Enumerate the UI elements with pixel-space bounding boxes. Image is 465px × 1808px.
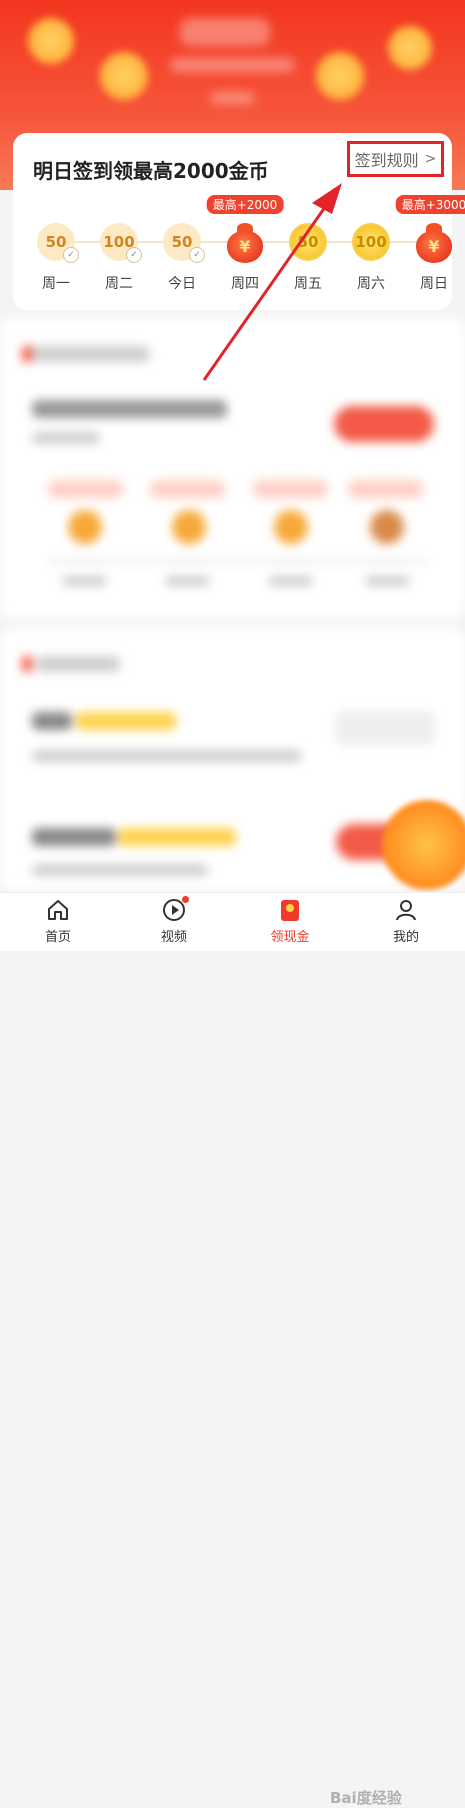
tab-label: 我的 — [392, 930, 419, 945]
play-icon — [161, 896, 189, 923]
watermark: Bai度经验 — [330, 1789, 402, 1807]
home-icon — [45, 897, 71, 923]
tab-label: 视频 — [160, 930, 187, 945]
annotation-arrow — [202, 183, 342, 381]
bottom-tab-bar: 首页 视频 领现金 我的 Bai度经验 — [0, 892, 465, 1807]
tab-label: 首页 — [44, 930, 71, 945]
tab-profile[interactable]: 我的 — [366, 897, 446, 945]
arrow-shaft — [202, 199, 332, 381]
tab-label: 领现金 — [270, 930, 310, 945]
profile-icon — [393, 897, 419, 923]
notification-dot — [182, 896, 189, 903]
tab-video[interactable]: 视频 — [134, 896, 214, 945]
arrow-head — [312, 183, 342, 214]
tab-cash[interactable]: 领现金 — [250, 897, 330, 945]
red-envelope-icon — [277, 897, 303, 923]
tab-home[interactable]: 首页 — [18, 897, 98, 945]
